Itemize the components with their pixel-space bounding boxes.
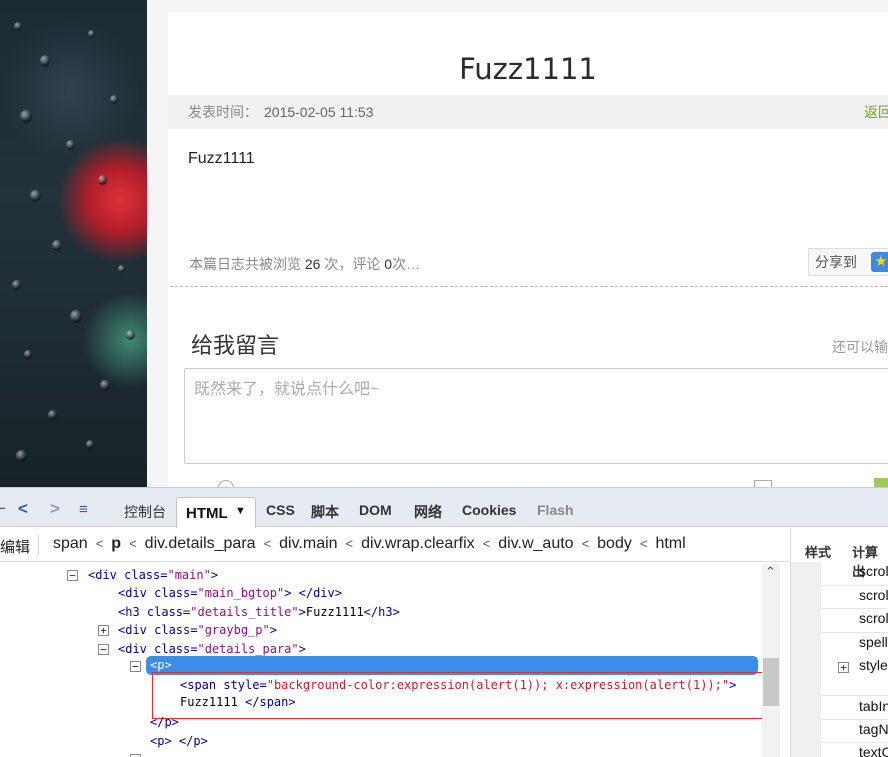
tree-node-p-close[interactable]: </p>	[150, 715, 179, 729]
qzone-share-icon[interactable]: ★	[871, 252, 888, 272]
prop-divider	[821, 585, 888, 586]
breadcrumb: 编辑 span < p < div.details_para < div.main < div.…	[0, 528, 790, 562]
tree-node-main-bgtop[interactable]: <div class="main_bgtop"> </div>	[118, 586, 342, 600]
breadcrumb-item[interactable]: div.wrap.clearfix	[361, 535, 475, 553]
prop-divider	[821, 608, 888, 609]
prop-divider	[821, 719, 888, 720]
tree-node-details-title[interactable]: <h3 class="details_title">Fuzz1111</h3>	[118, 605, 400, 619]
breadcrumb-arrow-icon: <	[95, 536, 104, 551]
back-link[interactable]: 返回	[864, 95, 888, 129]
forward-arrow-icon[interactable]: >	[50, 499, 60, 519]
post-stats: 本篇日志共被浏览 26 次，评论 0次…	[189, 254, 420, 274]
tab-cookies[interactable]: Cookies	[462, 502, 516, 518]
breadcrumb-arrow-icon: <	[129, 536, 137, 551]
comment-count: 0	[384, 256, 393, 272]
breadcrumb-item[interactable]: div.details_para	[145, 535, 256, 553]
stats-suffix: 次…	[392, 256, 421, 272]
edit-button[interactable]: 编辑	[0, 536, 30, 557]
breadcrumb-item-current[interactable]: p	[111, 535, 121, 553]
tab-net[interactable]: 网络	[414, 502, 442, 522]
tree-node-main[interactable]: <div class="main">	[88, 568, 218, 582]
date-label: 发表时间：	[188, 104, 258, 120]
post-body: Fuzz1111	[188, 150, 255, 167]
breadcrumb-arrow-icon: <	[345, 536, 354, 551]
tab-css[interactable]: CSS	[266, 502, 295, 518]
tab-html[interactable]: HTML ▼	[176, 497, 256, 529]
prop-divider	[821, 632, 888, 633]
breadcrumb-item[interactable]: div.w_auto	[498, 535, 573, 553]
tab-html-label: HTML	[186, 505, 228, 522]
side-gutter	[791, 562, 821, 757]
breadcrumb-item[interactable]: body	[597, 535, 632, 553]
devtools-panel: ⌐ < > ≡ 控制台 HTML ▼ CSS 脚本 DOM 网络 Cookies…	[0, 487, 888, 757]
collapse-icon[interactable]: −	[130, 661, 141, 672]
breadcrumb-item[interactable]: html	[655, 535, 685, 553]
breadcrumb-arrow-icon: <	[639, 536, 648, 551]
tab-dom[interactable]: DOM	[359, 502, 392, 518]
breadcrumb-arrow-icon: <	[482, 536, 491, 551]
html-tree: − <div class="main"> <div class="main_bg…	[0, 564, 767, 757]
expand-icon[interactable]: +	[98, 625, 109, 636]
outline-icon[interactable]: ≡	[79, 501, 88, 518]
tree-scrollbar[interactable]: ⌃	[762, 564, 780, 757]
tab-style[interactable]: 样式	[805, 542, 831, 561]
prop-divider	[821, 695, 888, 696]
divider	[170, 286, 888, 287]
stats-prefix: 本篇日志共被浏览	[189, 256, 301, 272]
breadcrumb-item[interactable]: div.main	[279, 535, 337, 553]
comment-section-title: 给我留言	[191, 333, 280, 358]
selected-node-label: <p>	[150, 658, 172, 672]
comment-char-hint: 还可以输	[832, 339, 888, 355]
post-date: 2015-02-05 11:53	[264, 104, 374, 120]
highlight-box	[152, 672, 767, 719]
collapse-icon[interactable]: −	[98, 644, 109, 655]
prop-name[interactable]: spello	[859, 634, 888, 650]
collapse-icon[interactable]: −	[67, 570, 78, 581]
prop-divider	[821, 742, 888, 743]
prop-name[interactable]: scroll	[859, 587, 888, 603]
post-title: Fuzz1111	[459, 52, 597, 86]
tab-console[interactable]: 控制台	[124, 502, 166, 522]
breadcrumb-arrow-icon: <	[581, 536, 590, 551]
scroll-up-icon[interactable]: ⌃	[765, 564, 776, 580]
inspect-icon[interactable]: ⌐	[0, 499, 6, 519]
tree-node-details-para[interactable]: <div class="details_para">	[118, 642, 306, 656]
scroll-thumb[interactable]	[763, 658, 779, 706]
tree-node-p-empty[interactable]: <p> </p>	[150, 734, 208, 748]
post-card: Fuzz1111 发表时间： 2015-02-05 11:53 返回 Fuzz11…	[168, 12, 888, 498]
comment-textarea[interactable]: 既然来了，就说点什么吧~	[184, 368, 888, 464]
tree-node-graybg[interactable]: <div class="graybg_p">	[118, 623, 277, 637]
stats-mid: 次，评论	[324, 256, 381, 272]
prop-name[interactable]: tagNa	[859, 721, 888, 737]
breadcrumb-separator	[38, 535, 39, 555]
side-panel: 样式 计算出 scroll scroll scroll spello + sty…	[790, 528, 888, 757]
tab-flash[interactable]: Flash	[537, 502, 574, 518]
tab-script[interactable]: 脚本	[311, 502, 339, 522]
prop-name[interactable]: textC	[859, 744, 888, 757]
share-widget[interactable]: 分享到 ★	[808, 248, 888, 276]
breadcrumb-arrow-icon: <	[263, 536, 272, 551]
prop-name[interactable]: style	[859, 657, 888, 673]
expand-icon[interactable]: +	[838, 662, 849, 673]
prop-name[interactable]: scroll	[859, 610, 888, 626]
breadcrumb-item[interactable]: span	[53, 535, 88, 553]
back-arrow-icon[interactable]: <	[18, 499, 28, 519]
share-label: 分享到	[815, 254, 857, 270]
breadcrumb-path: span < p < div.details_para < div.main < div.wra…	[53, 535, 686, 553]
blog-page: Fuzz1111 发表时间： 2015-02-05 11:53 返回 Fuzz11…	[147, 0, 888, 498]
devtools-tabbar: ⌐ < > ≡ 控制台 HTML ▼ CSS 脚本 DOM 网络 Cookies…	[0, 487, 888, 529]
view-count: 26	[304, 256, 321, 272]
prop-name[interactable]: scroll	[859, 563, 888, 579]
post-meta-bar: 发表时间： 2015-02-05 11:53 返回	[168, 95, 888, 129]
side-panel-header: 样式 计算出	[791, 528, 888, 579]
chevron-down-icon: ▼	[235, 505, 246, 517]
prop-name[interactable]: tabIn	[859, 698, 888, 714]
comment-placeholder: 既然来了，就说点什么吧~	[194, 381, 380, 398]
desktop-wallpaper	[0, 0, 147, 492]
